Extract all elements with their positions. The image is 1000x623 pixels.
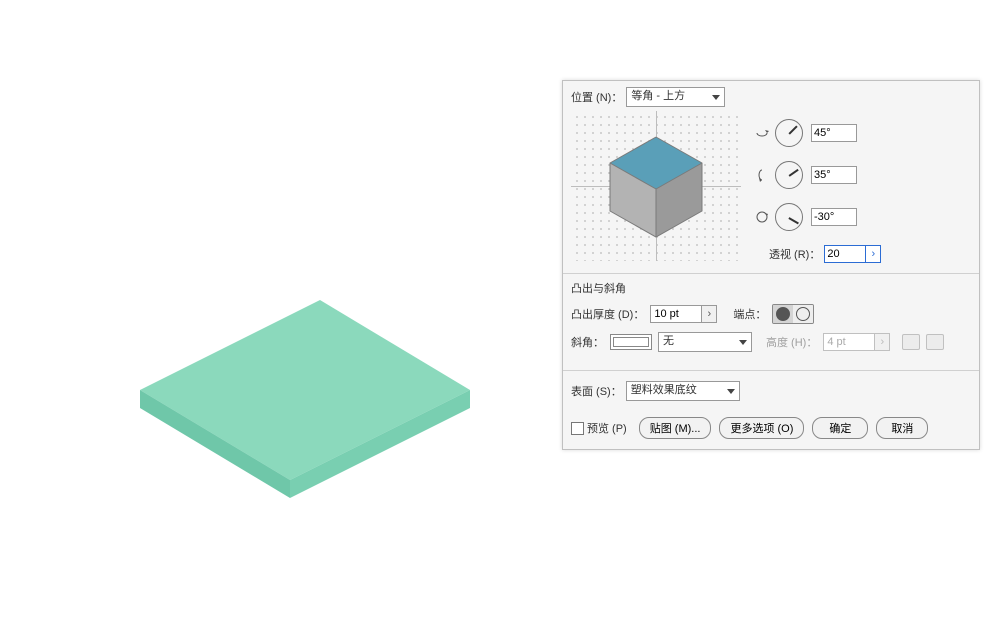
extrude-depth-label: 凸出厚度 (D)： xyxy=(571,306,644,322)
bevel-select[interactable]: 无 xyxy=(658,332,752,352)
surface-row: 表面 (S)： 塑料效果底纹 xyxy=(563,371,979,411)
rotation-trackball[interactable] xyxy=(571,111,741,261)
rotate-y-input[interactable] xyxy=(811,166,857,184)
extrude-depth-stepper[interactable] xyxy=(650,305,717,323)
surface-value: 塑料效果底纹 xyxy=(631,384,697,396)
bevel-label: 斜角： xyxy=(571,334,604,350)
more-options-button[interactable]: 更多选项 (O) xyxy=(719,417,804,439)
rotate-z-input[interactable] xyxy=(811,208,857,226)
checkbox-box xyxy=(571,422,584,435)
bevel-value: 无 xyxy=(663,335,674,347)
extrude-depth-step-btn[interactable] xyxy=(701,305,717,323)
ok-button[interactable]: 确定 xyxy=(812,417,868,439)
canvas-artwork xyxy=(100,260,500,560)
surface-select[interactable]: 塑料效果底纹 xyxy=(626,381,740,401)
surface-label: 表面 (S)： xyxy=(571,383,622,399)
perspective-input[interactable] xyxy=(824,245,865,263)
bevel-height-label: 高度 (H)： xyxy=(766,334,817,350)
extrude-bevel-section: 凸出与斜角 凸出厚度 (D)： 端点： 斜角： 无 高度 (H)： xyxy=(563,274,979,371)
cap-toggle xyxy=(772,304,814,324)
rotate-y-dial[interactable] xyxy=(775,161,803,189)
preview-label: 预览 (P) xyxy=(587,420,627,436)
cancel-button[interactable]: 取消 xyxy=(876,417,928,439)
perspective-step-btn[interactable] xyxy=(865,245,881,263)
rotate-x-icon xyxy=(755,126,769,140)
position-section: 位置 (N)： 等角 - 上方 xyxy=(563,81,979,274)
bevel-height-step-btn xyxy=(874,333,890,351)
green-slab xyxy=(100,260,500,560)
bevel-height-input xyxy=(823,333,874,351)
position-preset-select[interactable]: 等角 - 上方 xyxy=(626,87,725,107)
extrude-depth-input[interactable] xyxy=(650,305,701,323)
extrude-legend: 凸出与斜角 xyxy=(571,280,971,296)
position-preset-value: 等角 - 上方 xyxy=(631,90,685,102)
rotate-z-icon xyxy=(755,210,769,224)
map-art-button[interactable]: 贴图 (M)... xyxy=(639,417,712,439)
bevel-height-stepper xyxy=(823,333,890,351)
bevel-out-icon xyxy=(926,334,944,350)
bevel-swatch xyxy=(610,334,652,350)
rotate-z-dial[interactable] xyxy=(775,203,803,231)
rotate-y-icon xyxy=(755,168,769,182)
dialog-footer: 预览 (P) 贴图 (M)... 更多选项 (O) 确定 取消 xyxy=(563,411,979,449)
cap-label: 端点： xyxy=(733,306,766,322)
rotate-x-input[interactable] xyxy=(811,124,857,142)
bevel-in-icon xyxy=(902,334,920,350)
position-label: 位置 (N)： xyxy=(571,89,622,105)
preview-checkbox[interactable]: 预览 (P) xyxy=(571,420,627,436)
perspective-stepper[interactable] xyxy=(824,245,881,263)
cap-on[interactable] xyxy=(773,305,793,323)
extrude-bevel-dialog: 位置 (N)： 等角 - 上方 xyxy=(562,80,980,450)
cap-off[interactable] xyxy=(793,305,813,323)
perspective-label: 透视 (R)： xyxy=(769,246,820,262)
preview-cube xyxy=(606,133,706,239)
rotation-controls: 透视 (R)： xyxy=(741,111,971,263)
rotate-x-dial[interactable] xyxy=(775,119,803,147)
